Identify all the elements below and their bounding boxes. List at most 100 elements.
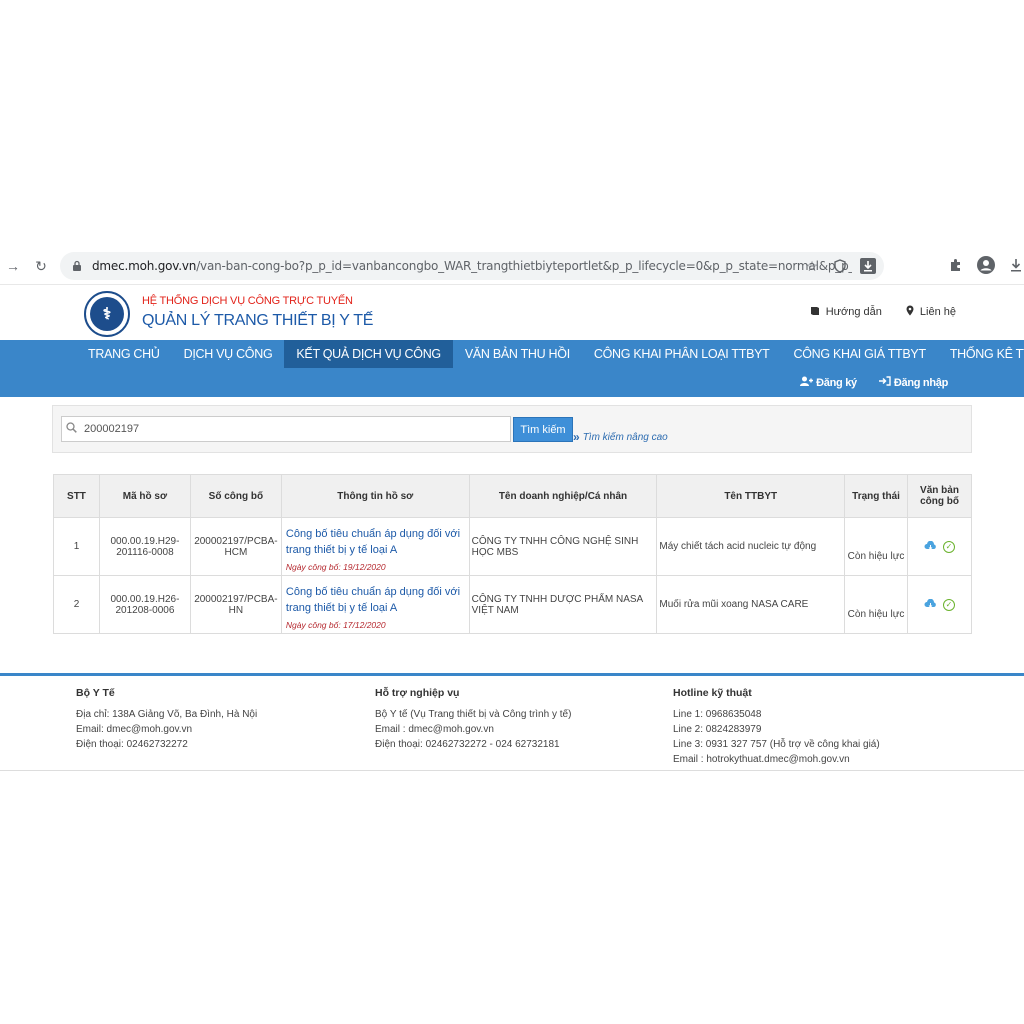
nav-revoked-documents[interactable]: VĂN BẢN THU HỒI — [453, 340, 582, 368]
site-header: ⚕ HỆ THỐNG DỊCH VỤ CÔNG TRỰC TUYẾN QUẢN … — [0, 284, 1024, 340]
col-header-stt: STT — [53, 474, 100, 518]
shield-icon[interactable] — [830, 256, 850, 276]
col-header-so-cong-bo: Số công bố — [189, 474, 282, 518]
user-plus-icon — [800, 376, 814, 389]
url-text[interactable]: dmec.moh.gov.vn/van-ban-cong-bo?p_p_id=v… — [92, 259, 852, 273]
cell-doanh-nghiep: CÔNG TY TNHH DƯỢC PHẨM NASA VIỆT NAM — [468, 575, 658, 634]
nav-public-services[interactable]: DỊCH VỤ CÔNG — [172, 340, 285, 368]
contact-link[interactable]: Liên hệ — [906, 305, 956, 319]
sign-in-icon — [878, 376, 891, 389]
col-header-van-ban: Văn bản công bố — [907, 474, 972, 518]
contact-label: Liên hệ — [919, 306, 956, 318]
verified-icon[interactable]: ✓ — [943, 540, 955, 553]
cell-ma-ho-so: 000.00.19.H29-201116-0008 — [98, 517, 191, 576]
cell-ten-ttbyt: Muối rửa mũi xoang NASA CARE — [656, 575, 846, 634]
nav-statistics[interactable]: THỐNG KÊ TTBYT — [938, 340, 1024, 368]
nav-home[interactable]: TRANG CHỦ — [76, 340, 172, 368]
col-header-doanh-nghiep: Tên doanh nghiệp/Cá nhân — [468, 474, 658, 518]
record-title-link[interactable]: Công bố tiêu chuẩn áp dụng đối với trang… — [284, 580, 469, 616]
cloud-download-icon[interactable] — [924, 598, 937, 612]
double-chevron-right-icon: » — [573, 430, 580, 444]
footer-col-ministry: Bộ Y Tế Địa chỉ: 138A Giảng Võ, Ba Đình,… — [76, 686, 257, 752]
login-link[interactable]: Đăng nhập — [878, 376, 948, 389]
footer-line: Email: dmec@moh.gov.vn — [76, 724, 193, 735]
page: → ↻ dmec.moh.gov.vn/van-ban-cong-bo?p_p_… — [0, 0, 1024, 1024]
caduceus-icon: ⚕ — [90, 297, 124, 331]
cell-so-cong-bo: 200002197/PCBA-HN — [189, 575, 282, 634]
main-navbar: TRANG CHỦ DỊCH VỤ CÔNG KẾT QUẢ DỊCH VỤ C… — [0, 340, 1024, 397]
col-header-ten-ttbyt: Tên TTBYT — [656, 474, 846, 518]
footer-heading: Hỗ trợ nghiệp vụ — [375, 687, 460, 699]
cell-van-ban: ✓ — [907, 575, 972, 634]
url-domain: dmec.moh.gov.vn — [92, 259, 197, 273]
ministry-logo[interactable]: ⚕ — [84, 291, 130, 337]
footer-line: Điện thoại: 02462732272 - 024 62732181 — [375, 739, 560, 750]
forward-icon[interactable]: → — [2, 255, 24, 277]
browser-toolbar: → ↻ dmec.moh.gov.vn/van-ban-cong-bo?p_p_… — [0, 250, 1024, 282]
register-link[interactable]: Đăng ký — [800, 376, 857, 389]
lock-icon[interactable] — [70, 259, 84, 273]
search-icon — [66, 422, 84, 436]
col-header-ma-ho-so: Mã hồ sơ — [98, 474, 191, 518]
cell-trang-thai: Còn hiệu lực — [844, 575, 909, 634]
nav-service-results[interactable]: KẾT QUẢ DỊCH VỤ CÔNG — [284, 340, 453, 368]
reload-icon[interactable]: ↻ — [30, 255, 52, 277]
book-icon — [810, 306, 820, 319]
footer-line: Bộ Y tế (Vụ Trang thiết bị và Công trình… — [375, 709, 572, 720]
footer-line: Điện thoại: 02462732272 — [76, 739, 188, 750]
profile-icon[interactable] — [976, 255, 996, 275]
cell-thong-tin: Công bố tiêu chuẩn áp dụng đối với trang… — [280, 575, 470, 634]
nav-prices[interactable]: CÔNG KHAI GIÁ TTBYT — [782, 340, 938, 368]
search-button[interactable]: Tìm kiếm — [513, 417, 573, 442]
advanced-search-link[interactable]: » Tìm kiếm nâng cao — [573, 430, 668, 444]
record-title-link[interactable]: Công bố tiêu chuẩn áp dụng đối với trang… — [284, 522, 469, 558]
download-icon[interactable] — [1006, 255, 1024, 275]
footer-heading: Hotline kỹ thuật — [673, 687, 752, 699]
url-path: /van-ban-cong-bo?p_p_id=vanbancongbo_WAR… — [196, 259, 852, 273]
cell-van-ban: ✓ — [907, 517, 972, 576]
header-links: Hướng dẫn Liên hệ — [810, 305, 956, 319]
guide-label: Hướng dẫn — [825, 306, 882, 318]
footer-line: Địa chỉ: 138A Giảng Võ, Ba Đình, Hà Nội — [76, 709, 258, 720]
cell-ten-ttbyt: Máy chiết tách acid nucleic tự động — [656, 517, 846, 576]
cloud-download-icon[interactable] — [924, 540, 937, 554]
table-header-row: STT Mã hồ sơ Số công bố Thông tin hồ sơ … — [53, 474, 972, 518]
site-title[interactable]: QUẢN LÝ TRANG THIẾT BỊ Y TẾ — [142, 312, 373, 330]
col-header-trang-thai: Trạng thái — [844, 474, 909, 518]
col-header-thong-tin: Thông tin hồ sơ — [280, 474, 470, 518]
cell-stt: 1 — [53, 517, 100, 576]
cell-doanh-nghiep: CÔNG TY TNHH CÔNG NGHỆ SINH HỌC MBS — [468, 517, 658, 576]
star-icon[interactable]: ☆ — [802, 256, 822, 276]
search-input[interactable] — [84, 423, 504, 435]
footer-line: Line 3: 0931 327 757 (Hỗ trợ về công kha… — [673, 739, 880, 750]
footer-line: Email : dmec@moh.gov.vn — [375, 724, 494, 735]
nav-classification[interactable]: CÔNG KHAI PHÂN LOẠI TTBYT — [582, 340, 782, 368]
publish-date: Ngày công bố: 17/12/2020 — [285, 619, 386, 630]
cell-so-cong-bo: 200002197/PCBA-HCM — [189, 517, 282, 576]
footer-col-support: Hỗ trợ nghiệp vụ Bộ Y tế (Vụ Trang thiết… — [375, 686, 571, 752]
footer-col-hotline: Hotline kỹ thuật Line 1: 0968635048 Line… — [673, 686, 880, 767]
site-subtitle: HỆ THỐNG DỊCH VỤ CÔNG TRỰC TUYẾN — [142, 295, 353, 307]
puzzle-icon[interactable] — [946, 255, 966, 275]
footer-heading: Bộ Y Tế — [76, 687, 115, 699]
results-table: STT Mã hồ sơ Số công bố Thông tin hồ sơ … — [53, 474, 972, 634]
footer-line: Email : hotrokythuat.dmec@moh.gov.vn — [673, 754, 850, 765]
site-footer: Bộ Y Tế Địa chỉ: 138A Giảng Võ, Ba Đình,… — [0, 673, 1024, 771]
cell-ma-ho-so: 000.00.19.H26-201208-0006 — [98, 575, 191, 634]
footer-line: Line 2: 0824283979 — [673, 724, 762, 735]
search-field[interactable] — [61, 416, 511, 442]
cell-trang-thai: Còn hiệu lực — [844, 517, 909, 576]
address-bar[interactable]: dmec.moh.gov.vn/van-ban-cong-bo?p_p_id=v… — [60, 252, 884, 280]
cell-thong-tin: Công bố tiêu chuẩn áp dụng đối với trang… — [280, 517, 470, 576]
advanced-search-label: Tìm kiếm nâng cao — [582, 431, 668, 443]
login-label: Đăng nhập — [893, 376, 948, 389]
table-row: 2 000.00.19.H26-201208-0006 200002197/PC… — [53, 575, 972, 634]
cell-stt: 2 — [53, 575, 100, 634]
verified-icon[interactable]: ✓ — [943, 598, 955, 611]
publish-date: Ngày công bố: 19/12/2020 — [285, 561, 386, 572]
register-label: Đăng ký — [816, 376, 857, 389]
download-extension-icon[interactable] — [858, 256, 878, 276]
map-pin-icon — [906, 305, 914, 319]
guide-link[interactable]: Hướng dẫn — [810, 305, 882, 319]
footer-line: Line 1: 0968635048 — [673, 709, 762, 720]
